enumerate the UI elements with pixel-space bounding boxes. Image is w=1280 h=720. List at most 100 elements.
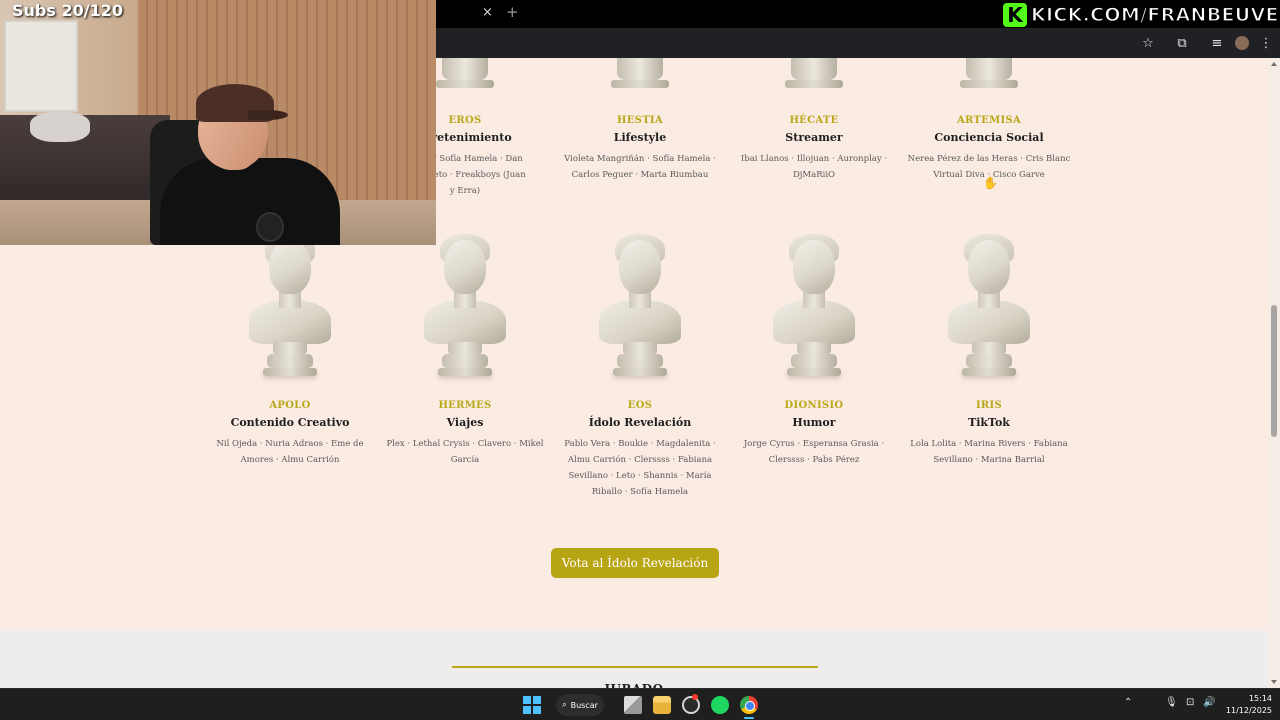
extensions-icon[interactable]: ⧉ (1172, 33, 1192, 53)
scroll-up-arrow-icon[interactable] (1271, 62, 1277, 66)
nominees-list: Plex · Lethal Crysis · Clavero · Mikel G… (380, 436, 550, 468)
kick-banner: K KICK.COM/FRANBEUVE (1000, 0, 1280, 30)
artemisa-bust-image (954, 58, 1024, 90)
webcam-overlay: Subs 20/120 (0, 0, 436, 245)
iris-bust-image (934, 228, 1044, 380)
nominees-line: Plex · Lethal Crysis · Clavero · Mikel (386, 439, 544, 449)
chrome-icon[interactable] (740, 696, 758, 714)
avatar (1235, 36, 1249, 50)
dionisio-bust-image (759, 228, 869, 380)
star-icon[interactable]: ☆ (1138, 33, 1158, 53)
god-name: HESTIA (617, 115, 663, 126)
kick-logo-icon: K (1003, 3, 1027, 27)
category-title: Streamer (785, 131, 843, 144)
streamer-body (160, 158, 340, 245)
menu-icon[interactable]: ⋮ (1256, 33, 1276, 53)
category-card-dionisio[interactable]: DIONISIO Humor Jorge Cyrus · Esperansa G… (729, 228, 899, 468)
nominees-list: Lola Lolita · Marina Rivers · Fabiana Se… (904, 436, 1074, 468)
category-title: Viajes (446, 416, 484, 429)
nominees-list: Pablo Vera · Boukie · Magdalenita · Almu… (555, 436, 725, 500)
god-name: HERMES (438, 400, 492, 411)
new-tab-button[interactable]: + (506, 3, 519, 21)
god-name: HÉCATE (789, 115, 839, 126)
hermes-bust-image (410, 228, 520, 380)
volume-icon[interactable]: 🔊 (1203, 697, 1215, 708)
jurado-section: JURADO (0, 630, 1268, 696)
nominees-list: Ibai Llanos · Illojuan · Auronplay · DjM… (729, 151, 899, 183)
category-card-hecate[interactable]: HÉCATE Streamer Ibai Llanos · Illojuan ·… (729, 115, 899, 183)
search-icon: ⌕ (562, 700, 567, 709)
nominees-line: Sevillano · Marina Barrial (933, 455, 1045, 465)
nominees-line: Violeta Mangriñán · Sofía Hamela · (564, 154, 716, 164)
god-name: ARTEMISA (956, 115, 1022, 126)
god-name: APOLO (269, 400, 311, 411)
god-name: IRIS (975, 400, 1003, 411)
tray-mic-icon[interactable]: 🎙 (1165, 697, 1178, 708)
category-title: TikTok (968, 416, 1010, 429)
windows-start-icon[interactable] (523, 696, 541, 714)
media-icon[interactable]: ≡ (1207, 33, 1227, 53)
pillows (30, 112, 90, 142)
nominees-line: Jorge Cyrus · Esperansa Grasia · (743, 439, 885, 449)
network-icon[interactable]: ⊡ (1186, 697, 1194, 708)
task-view-icon[interactable] (624, 696, 642, 714)
tab-close-button[interactable]: × (482, 5, 493, 20)
nominees-list: Violeta Mangriñán · Sofía Hamela · Carlo… (555, 151, 725, 183)
section-divider (452, 666, 818, 668)
recording-dot-icon (692, 694, 698, 700)
nominees-line: DjMaRiiO (792, 170, 836, 180)
nominees-line: Amores · Almu Carrión (240, 455, 340, 465)
nominees-line: Ibai Llanos · Illojuan · Auronplay · (740, 154, 888, 164)
page-scrollbar[interactable] (1268, 58, 1280, 688)
vote-idolo-revelacion-button[interactable]: Vota al Ídolo Revelación (551, 548, 719, 578)
god-name: DIONISIO (784, 400, 844, 411)
god-name: EOS (627, 400, 653, 411)
nominees-line: Pablo Vera · Boukie · Magdalenita · (564, 439, 716, 449)
category-card-hermes[interactable]: HERMES Viajes Plex · Lethal Crysis · Cla… (380, 228, 550, 468)
active-app-indicator (744, 717, 754, 719)
profile-avatar[interactable] (1232, 33, 1252, 53)
cap-brim (248, 110, 288, 120)
subs-counter: Subs 20/120 (12, 1, 123, 20)
nominees-line: Almu Carrión · Clerssss · Fabiana (567, 455, 713, 465)
clock-time: 15:14 (1248, 694, 1272, 703)
taskbar-search[interactable]: ⌕ Buscar (556, 694, 604, 716)
nominees-line: Riballo · Sofía Hamela (591, 487, 689, 497)
nominees-list: Nil Ojeda · Nuria Adraos · Eme de Amores… (205, 436, 375, 468)
category-card-hestia[interactable]: HESTIA Lifestyle Violeta Mangriñán · Sof… (555, 115, 725, 183)
category-card-artemisa[interactable]: ARTEMISA Conciencia Social Nerea Pérez d… (904, 115, 1074, 183)
taskbar-clock[interactable]: 15:14 11/12/2025 (1222, 693, 1272, 717)
spotify-icon[interactable] (711, 696, 729, 714)
hand-cursor-icon: ✋ (983, 176, 998, 190)
category-title: Lifestyle (613, 131, 667, 144)
tray-chevron-icon[interactable]: ⌃ (1124, 697, 1132, 708)
search-label: Buscar (570, 700, 598, 710)
nominees-line: Carlos Peguer · Marta Riumbau (571, 170, 709, 180)
hecate-bust-image (779, 58, 849, 90)
category-title: Contenido Creativo (230, 416, 350, 429)
file-explorer-icon[interactable] (653, 696, 671, 714)
category-card-apolo[interactable]: APOLO Contenido Creativo Nil Ojeda · Nur… (205, 228, 375, 468)
nominees-line: Nerea Pérez de las Heras · Cris Blanc (907, 154, 1071, 164)
apolo-bust-image (235, 228, 345, 380)
category-card-iris[interactable]: IRIS TikTok Lola Lolita · Marina Rivers … (904, 228, 1074, 468)
wall-painting (4, 20, 78, 112)
eros-bust-image (430, 58, 500, 90)
nominees-line: Sevillano · Leto · Shannis · María (568, 471, 712, 481)
category-title: Humor (792, 416, 836, 429)
nominees-line: Nil Ojeda · Nuria Adraos · Eme de (216, 439, 364, 449)
scroll-thumb[interactable] (1271, 305, 1277, 437)
category-title: Ídolo Revelación (588, 416, 692, 429)
scroll-down-arrow-icon[interactable] (1271, 680, 1277, 684)
microphone-icon (256, 212, 284, 242)
nominees-line: Lola Lolita · Marina Rivers · Fabiana (910, 439, 1068, 449)
eos-bust-image (585, 228, 695, 380)
nominees-line: García (450, 455, 480, 465)
hestia-bust-image (605, 58, 675, 90)
clock-date: 11/12/2025 (1225, 706, 1272, 715)
nominees-list: Jorge Cyrus · Esperansa Grasia · Clersss… (729, 436, 899, 468)
category-title: Conciencia Social (934, 131, 1044, 144)
category-card-eos[interactable]: EOS Ídolo Revelación Pablo Vera · Boukie… (555, 228, 725, 500)
windows-taskbar: ⌕ Buscar ⌃ 🎙 ⊡ 🔊 15:14 11/12/2025 (0, 688, 1280, 720)
nominees-line: Clerssss · Pabs Pérez (768, 455, 860, 465)
